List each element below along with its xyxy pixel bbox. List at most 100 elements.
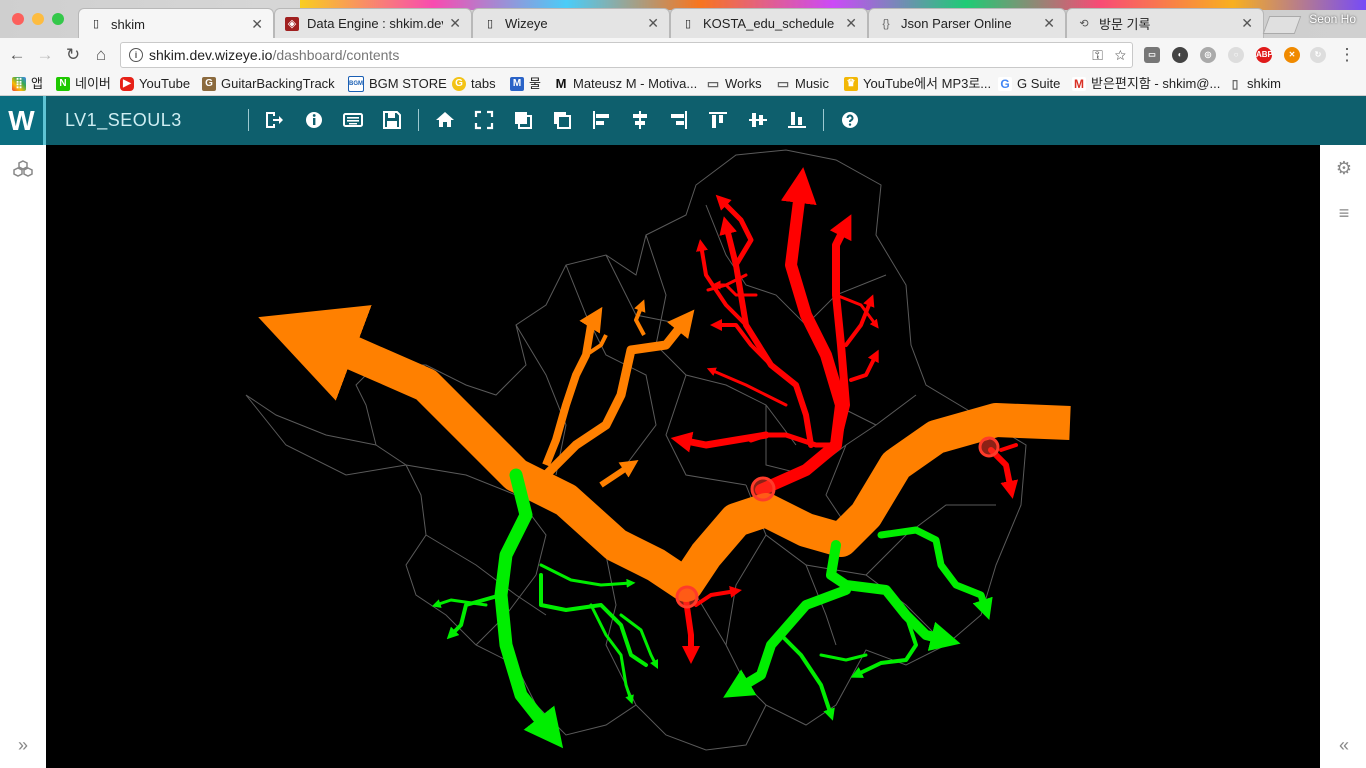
bookmark-star-icon[interactable]: ☆ [1115, 47, 1126, 63]
bookmark-naver[interactable]: N 네이버 [56, 75, 111, 93]
adblock-icon[interactable]: ABP [1256, 47, 1273, 63]
right-panel: ⚙ ≡ « [1320, 145, 1366, 768]
orange-branch-flow [634, 299, 646, 336]
hub-marker[interactable] [750, 476, 776, 502]
google-icon: G [998, 77, 1012, 91]
red-branch-flow [849, 349, 879, 382]
tab-data-engine[interactable]: ◈ Data Engine : shkim.dev. ✕ [274, 8, 472, 38]
info-icon[interactable] [303, 109, 325, 131]
tab-shkim[interactable]: ▯ shkim ✕ [78, 8, 274, 38]
tab-title: KOSTA_edu_schedule [703, 16, 835, 31]
seoul-flow-map[interactable] [46, 145, 1320, 768]
page-icon: ▯ [92, 18, 100, 30]
reload-button[interactable]: ↻ [62, 44, 84, 66]
extension-globe-icon[interactable]: ◎ [1200, 47, 1216, 63]
extension-car-icon[interactable]: ▭ [1144, 47, 1160, 63]
home-button[interactable]: ⌂ [90, 44, 112, 66]
save-icon[interactable] [381, 109, 403, 131]
maximize-window-button[interactable] [52, 13, 64, 25]
tab-title: Data Engine : shkim.dev. [307, 16, 444, 31]
red-south-branch-flow [694, 586, 742, 607]
menu-icon[interactable]: ≡ [1334, 203, 1354, 224]
align-middle-v-icon[interactable] [747, 109, 769, 131]
exit-icon[interactable] [263, 109, 285, 131]
bookmark-shkim[interactable]: ▯ shkim [1228, 75, 1281, 93]
keyboard-icon[interactable] [342, 109, 364, 131]
close-tab-icon[interactable]: ✕ [449, 15, 461, 32]
close-tab-icon[interactable]: ✕ [845, 15, 857, 32]
bookmark-bgm-store[interactable]: BGM BGM STORE [348, 75, 447, 93]
forward-button[interactable]: → [34, 44, 56, 66]
address-bar[interactable]: i shkim.dev.wizeye.io/dashboard/contents… [120, 42, 1133, 68]
profile-name[interactable]: Seon Ho [1309, 12, 1356, 26]
tab-title: shkim [111, 16, 145, 32]
bookmark-m[interactable]: M물 [510, 75, 541, 93]
history-icon: ⟲ [1079, 17, 1089, 30]
bookmark-medium[interactable]: M Mateusz M - Motiva... [554, 75, 698, 93]
url-host: shkim.dev.wizeye.io [149, 47, 273, 63]
collapse-left-icon[interactable]: « [1334, 735, 1354, 756]
close-tab-icon[interactable]: ✕ [1043, 15, 1055, 32]
minimize-window-button[interactable] [32, 13, 44, 25]
extension-orange-icon[interactable]: ✕ [1284, 47, 1300, 63]
send-back-icon[interactable] [551, 109, 573, 131]
close-tab-icon[interactable]: ✕ [251, 16, 263, 33]
extension-ghost-icon[interactable]: ○ [1228, 47, 1244, 63]
close-window-button[interactable] [12, 13, 24, 25]
orange-branch-flow [599, 460, 639, 488]
new-tab-button[interactable] [1262, 16, 1302, 34]
m-icon: M [510, 77, 524, 91]
bring-front-icon[interactable] [512, 109, 534, 131]
green-branch-flow [850, 613, 918, 678]
extension-mask-icon[interactable]: ◐ [1172, 47, 1188, 63]
tab-kosta[interactable]: ▯ KOSTA_edu_schedule ✕ [670, 8, 868, 38]
bookmark-mp3[interactable]: ♛ YouTube에서 MP3로... [844, 75, 991, 93]
green-branch-flow [779, 633, 835, 721]
guitar-icon: G [202, 77, 216, 91]
fullscreen-icon[interactable] [473, 109, 495, 131]
app-logo[interactable]: W [0, 96, 46, 145]
bookmark-gsuite[interactable]: GG Suite [998, 75, 1060, 93]
bookmark-tabs[interactable]: Gtabs [452, 75, 496, 93]
tab-wizeye[interactable]: ▯ Wizeye ✕ [472, 8, 670, 38]
home-icon[interactable] [434, 109, 456, 131]
key-icon[interactable]: ⚿ [1092, 47, 1103, 63]
close-tab-icon[interactable]: ✕ [647, 15, 659, 32]
tab-history[interactable]: ⟲ 방문 기록 ✕ [1066, 8, 1264, 38]
expand-right-icon[interactable]: » [13, 735, 33, 756]
bookmark-works[interactable]: ▭ Works [706, 75, 762, 93]
green-branch-flow [819, 653, 868, 662]
align-left-icon[interactable] [590, 109, 612, 131]
red-branch-flow [710, 319, 773, 367]
tab-json-parser[interactable]: {} Json Parser Online ✕ [868, 8, 1066, 38]
youtube-icon: ▶ [120, 77, 134, 91]
orange-branch-flow [542, 306, 603, 467]
close-tab-icon[interactable]: ✕ [1241, 15, 1253, 32]
bookmark-gmail[interactable]: M 받은편지함 - shkim@... [1072, 75, 1220, 93]
medium-icon: M [555, 76, 567, 91]
align-top-icon[interactable] [707, 109, 729, 131]
folder-icon: ▭ [706, 76, 720, 91]
align-bottom-icon[interactable] [786, 109, 808, 131]
json-favicon: {} [882, 17, 890, 30]
bookmark-music[interactable]: ▭ Music [776, 75, 829, 93]
browser-toolbar: ← → ↻ ⌂ i shkim.dev.wizeye.io/dashboard/… [0, 38, 1366, 72]
tab-title: 방문 기록 [1099, 17, 1151, 32]
cubes-icon[interactable] [13, 159, 33, 184]
help-icon[interactable] [839, 109, 861, 131]
hub-marker[interactable] [675, 585, 699, 609]
bookmark-apps[interactable]: ⣿ 앱 [12, 75, 43, 93]
bookmark-guitar[interactable]: G GuitarBackingTrack [202, 75, 335, 93]
settings-icon[interactable]: ⚙ [1334, 158, 1354, 179]
chrome-menu-icon[interactable]: ⋮ [1336, 44, 1358, 66]
back-button[interactable]: ← [6, 44, 28, 66]
bookmarks-bar: ⣿ 앱 N 네이버 ▶ YouTube G GuitarBackingTrack BGM… [0, 72, 1366, 96]
site-info-icon[interactable]: i [129, 48, 143, 62]
bookmark-youtube[interactable]: ▶ YouTube [120, 75, 190, 93]
dashboard-title: LV1_SEOUL3 [65, 110, 182, 130]
align-right-icon[interactable] [668, 109, 690, 131]
toolbar-divider [823, 109, 824, 131]
extension-refresh-icon[interactable]: ↻ [1310, 47, 1326, 63]
align-center-h-icon[interactable] [629, 109, 651, 131]
hub-marker[interactable] [978, 436, 1000, 458]
